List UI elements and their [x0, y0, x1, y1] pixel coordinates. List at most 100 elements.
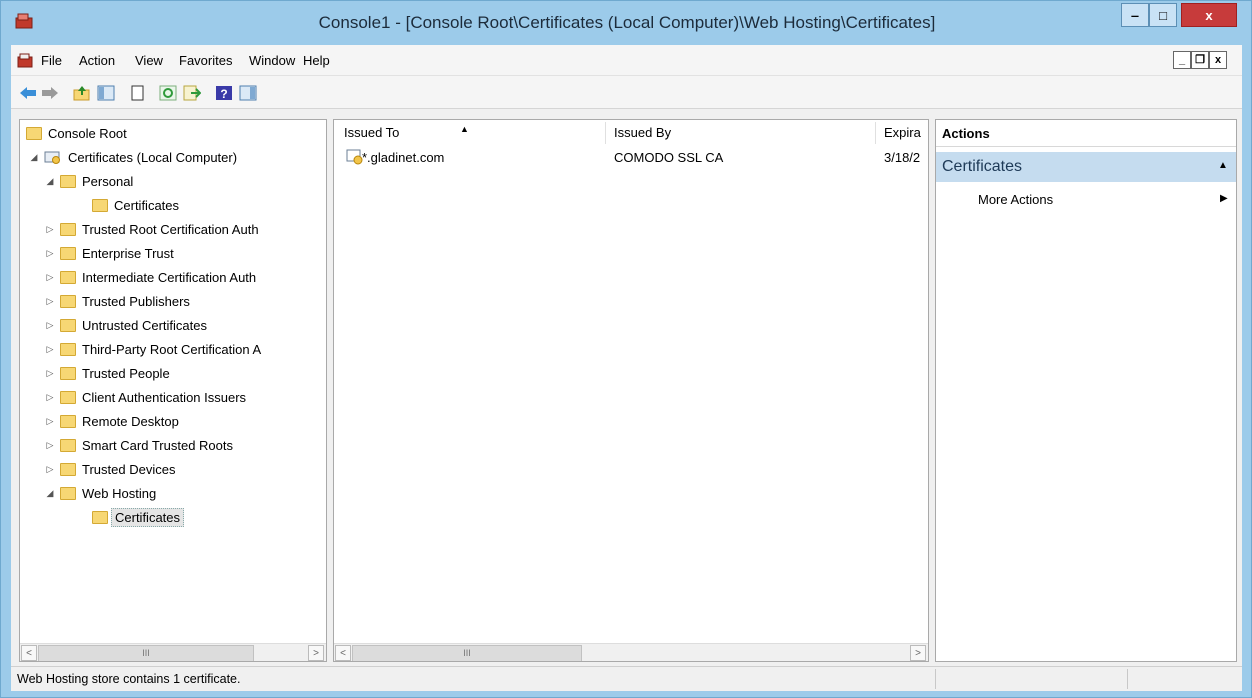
expand-arrow-icon[interactable]: ▷ — [44, 223, 56, 235]
document-icon[interactable] — [17, 52, 33, 68]
scroll-thumb[interactable]: III — [38, 645, 254, 661]
menu-help[interactable]: Help — [303, 53, 330, 68]
back-icon[interactable] — [19, 84, 37, 102]
scroll-left-icon[interactable]: < — [21, 645, 37, 661]
tree-item-label: Trusted Publishers — [82, 293, 190, 309]
column-header-expiration[interactable]: Expira — [876, 122, 928, 144]
menu-file[interactable]: File — [41, 53, 62, 68]
more-actions-label: More Actions — [978, 192, 1054, 207]
close-button[interactable]: x — [1181, 3, 1237, 27]
tree-item-certificates-local-computer[interactable]: ◢ Certificates (Local Computer) — [28, 146, 238, 168]
folder-icon — [26, 126, 42, 140]
title-bar[interactable]: Console1 - [Console Root\Certificates (L… — [1, 1, 1251, 45]
scroll-thumb[interactable]: III — [352, 645, 582, 661]
window-title: Console1 - [Console Root\Certificates (L… — [318, 13, 936, 32]
mdi-close-button[interactable]: x — [1209, 51, 1227, 69]
tree-item-label: Untrusted Certificates — [82, 317, 207, 333]
tree-item-trusted-people[interactable]: ▷ Trusted People — [44, 362, 170, 384]
menu-view[interactable]: View — [135, 53, 163, 68]
tree-item-intermediate[interactable]: ▷ Intermediate Certification Auth — [44, 266, 257, 288]
help-icon[interactable]: ? — [215, 84, 233, 102]
tree-item-label: Trusted Root Certification Auth — [82, 221, 259, 237]
table-row[interactable]: *.gladinet.com COMODO SSL CA 3/18/2 — [336, 146, 928, 168]
expand-arrow-icon[interactable]: ▷ — [44, 343, 56, 355]
column-header-issued-by[interactable]: Issued By — [606, 122, 876, 144]
show-hide-action-pane-icon[interactable] — [239, 84, 257, 102]
folder-icon — [60, 366, 76, 380]
tree-item-remote-desktop[interactable]: ▷ Remote Desktop — [44, 410, 179, 432]
scroll-right-icon[interactable]: > — [308, 645, 324, 661]
actions-section-certificates[interactable]: Certificates ▲ — [936, 152, 1236, 182]
tree-item-label: Certificates — [114, 197, 180, 213]
status-bar: Web Hosting store contains 1 certificate… — [11, 666, 1242, 691]
status-text: Web Hosting store contains 1 certificate… — [17, 672, 241, 686]
expand-arrow-icon[interactable]: ▷ — [44, 247, 56, 259]
column-header-issued-to[interactable]: Issued To ▲ — [336, 122, 606, 144]
refresh-icon[interactable] — [159, 84, 177, 102]
maximize-button[interactable]: □ — [1149, 3, 1177, 27]
tree-item-web-hosting[interactable]: ◢ Web Hosting — [44, 482, 157, 504]
tree-item-untrusted[interactable]: ▷ Untrusted Certificates — [44, 314, 207, 336]
collapse-arrow-icon[interactable]: ◢ — [28, 151, 40, 163]
column-header-label: Issued To — [344, 125, 400, 140]
forward-icon[interactable] — [41, 84, 59, 102]
results-list-pane: Issued To ▲ Issued By Expira *.gladinet.… — [333, 119, 929, 662]
collapse-arrow-icon[interactable]: ◢ — [44, 175, 56, 187]
folder-icon — [60, 486, 76, 500]
expand-arrow-icon[interactable]: ▷ — [44, 415, 56, 427]
expand-arrow-icon[interactable]: ▷ — [44, 463, 56, 475]
tree-item-trusted-publishers[interactable]: ▷ Trusted Publishers — [44, 290, 190, 312]
client-area: File Action View Favorites Window Help _… — [11, 45, 1242, 691]
menu-action[interactable]: Action — [79, 53, 115, 68]
tree-item-web-hosting-certificates[interactable]: Certificates — [92, 506, 185, 528]
tree-item-personal[interactable]: ◢ Personal — [44, 170, 134, 192]
tree-item-enterprise-trust[interactable]: ▷ Enterprise Trust — [44, 242, 174, 264]
svg-text:?: ? — [220, 87, 227, 101]
expand-arrow-icon[interactable]: ▷ — [44, 367, 56, 379]
list-horizontal-scrollbar[interactable]: < III > — [334, 643, 928, 661]
collapse-section-icon[interactable]: ▲ — [1218, 160, 1228, 171]
actions-section-label: Certificates — [942, 158, 1023, 175]
column-header-label: Expira — [884, 125, 921, 140]
tree-item-client-auth-issuers[interactable]: ▷ Client Authentication Issuers — [44, 386, 247, 408]
tree-item-label: Console Root — [48, 125, 127, 141]
menu-window[interactable]: Window — [249, 53, 295, 68]
tree-item-label: Certificates (Local Computer) — [68, 149, 238, 165]
folder-icon — [60, 270, 76, 284]
mdi-minimize-button[interactable]: _ — [1173, 51, 1191, 69]
folder-icon — [60, 174, 76, 188]
cell-expiration: 3/18/2 — [884, 150, 921, 165]
tree-item-console-root[interactable]: Console Root — [26, 122, 127, 144]
scroll-left-icon[interactable]: < — [335, 645, 351, 661]
folder-icon — [60, 462, 76, 476]
scroll-right-icon[interactable]: > — [910, 645, 926, 661]
expand-arrow-icon[interactable]: ▷ — [44, 391, 56, 403]
tree-horizontal-scrollbar[interactable]: < III > — [20, 643, 326, 661]
minimize-button[interactable]: ‒ — [1121, 3, 1149, 27]
tree-item-trusted-devices[interactable]: ▷ Trusted Devices — [44, 458, 176, 480]
expand-arrow-icon[interactable]: ▷ — [44, 319, 56, 331]
tree-item-label: Remote Desktop — [82, 413, 179, 429]
expand-arrow-icon[interactable]: ▷ — [44, 271, 56, 283]
export-list-icon[interactable] — [183, 84, 201, 102]
tree-item-personal-certificates[interactable]: Certificates — [92, 194, 179, 216]
folder-icon — [92, 510, 108, 524]
folder-icon — [60, 390, 76, 404]
tree-item-label: Enterprise Trust — [82, 245, 174, 261]
up-one-level-icon[interactable] — [73, 84, 91, 102]
expand-arrow-icon[interactable]: ▷ — [44, 295, 56, 307]
tree-item-trusted-root[interactable]: ▷ Trusted Root Certification Auth — [44, 218, 259, 240]
mdi-restore-button[interactable]: ❐ — [1191, 51, 1209, 69]
expand-arrow-icon[interactable]: ▷ — [44, 439, 56, 451]
menu-favorites[interactable]: Favorites — [179, 53, 232, 68]
collapse-arrow-icon[interactable]: ◢ — [44, 487, 56, 499]
folder-icon — [60, 318, 76, 332]
tree-item-label: Smart Card Trusted Roots — [82, 437, 233, 453]
show-hide-console-tree-icon[interactable] — [97, 84, 115, 102]
properties-icon[interactable] — [129, 84, 147, 102]
tree-item-third-party-root[interactable]: ▷ Third-Party Root Certification A — [44, 338, 262, 360]
tree-item-smart-card-roots[interactable]: ▷ Smart Card Trusted Roots — [44, 434, 233, 456]
action-more-actions[interactable]: More Actions ▶ — [936, 188, 1236, 210]
tree-item-label-selected: Certificates — [111, 507, 185, 527]
toolbar: ? — [11, 76, 1242, 109]
